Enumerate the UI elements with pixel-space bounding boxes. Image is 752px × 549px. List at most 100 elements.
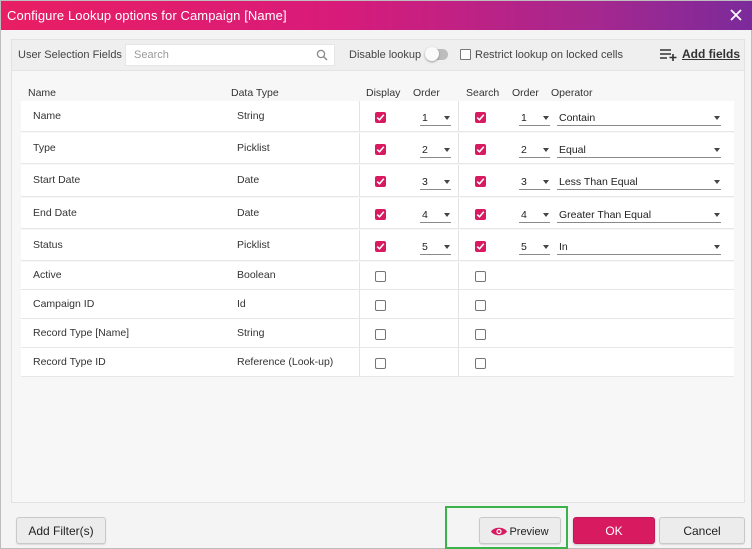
display-order-value: 1 <box>422 112 428 124</box>
display-checkbox[interactable] <box>375 271 386 282</box>
toggle-knob <box>425 47 439 61</box>
search-checkbox[interactable] <box>475 176 486 187</box>
field-name: Name <box>33 110 62 122</box>
chevron-down-icon <box>543 245 549 249</box>
column-divider <box>359 198 360 228</box>
chevron-down-icon <box>714 116 720 120</box>
field-data-type: Picklist <box>237 239 270 251</box>
display-checkbox[interactable] <box>375 358 386 369</box>
operator-value: Contain <box>559 112 596 124</box>
field-name: Start Date <box>33 174 81 186</box>
search-checkbox[interactable] <box>475 358 486 369</box>
field-data-type: Id <box>237 298 246 310</box>
toolbar: User Selection Fields Disable lookup Res… <box>12 40 744 71</box>
column-divider <box>359 133 360 163</box>
column-header-data-type: Data Type <box>231 87 279 99</box>
chevron-down-icon <box>444 180 450 184</box>
operator-select[interactable]: Greater Than Equal <box>557 208 721 223</box>
search-checkbox[interactable] <box>475 300 486 311</box>
table-row: End Date Date 4 4 Greater Than Equal <box>21 198 734 229</box>
search-checkbox[interactable] <box>475 241 486 252</box>
column-divider <box>458 290 459 318</box>
operator-value: In <box>559 241 568 253</box>
field-name: Record Type [Name] <box>33 327 130 339</box>
column-divider <box>458 101 459 131</box>
restrict-lookup-label: Restrict lookup on locked cells <box>475 49 623 61</box>
disable-lookup-label: Disable lookup <box>349 49 422 61</box>
operator-select[interactable]: Less Than Equal <box>557 175 721 190</box>
column-divider <box>458 319 459 347</box>
field-data-type: Boolean <box>237 269 276 281</box>
column-divider <box>359 262 360 289</box>
display-order-select[interactable]: 4 <box>420 208 451 223</box>
field-name: Status <box>33 239 63 251</box>
cancel-button[interactable]: Cancel <box>659 517 745 544</box>
display-order-value: 4 <box>422 209 428 221</box>
table-row: Status Picklist 5 5 In <box>21 230 734 261</box>
operator-select[interactable]: Contain <box>557 111 721 126</box>
disable-lookup-toggle[interactable] <box>425 47 448 61</box>
search-checkbox[interactable] <box>475 209 486 220</box>
table-row: Start Date Date 3 3 Less Than Equal <box>21 165 734 197</box>
column-divider <box>458 133 459 163</box>
search-box[interactable] <box>125 44 335 66</box>
table-row: Active Boolean <box>21 262 734 290</box>
column-divider <box>359 165 360 196</box>
search-order-value: 4 <box>521 209 527 221</box>
field-data-type: Picklist <box>237 142 270 154</box>
search-checkbox[interactable] <box>475 144 486 155</box>
search-checkbox[interactable] <box>475 329 486 340</box>
search-order-select[interactable]: 5 <box>519 240 550 255</box>
search-order-select[interactable]: 2 <box>519 143 550 158</box>
chevron-down-icon <box>714 148 720 152</box>
chevron-down-icon <box>714 245 720 249</box>
display-checkbox[interactable] <box>375 209 386 220</box>
display-order-select[interactable]: 3 <box>420 175 451 190</box>
close-icon[interactable] <box>727 5 745 25</box>
add-fields-icon <box>660 49 677 61</box>
column-divider <box>359 230 360 260</box>
chevron-down-icon <box>714 180 720 184</box>
display-checkbox[interactable] <box>375 300 386 311</box>
search-order-value: 1 <box>521 112 527 124</box>
search-input[interactable] <box>126 45 306 65</box>
field-data-type: Reference (Look-up) <box>237 356 334 368</box>
display-checkbox[interactable] <box>375 329 386 340</box>
search-order-select[interactable]: 1 <box>519 111 550 126</box>
add-filter-button[interactable]: Add Filter(s) <box>16 517 106 544</box>
chevron-down-icon <box>444 148 450 152</box>
search-order-value: 5 <box>521 241 527 253</box>
user-selection-fields-label: User Selection Fields <box>18 49 122 61</box>
column-header-search: Search <box>466 87 500 99</box>
eye-icon <box>491 527 507 536</box>
display-checkbox[interactable] <box>375 112 386 123</box>
restrict-lookup-checkbox[interactable] <box>460 49 471 60</box>
preview-button[interactable]: Preview <box>479 517 561 544</box>
fields-panel: User Selection Fields Disable lookup Res… <box>11 39 745 503</box>
field-data-type: Date <box>237 174 260 186</box>
operator-select[interactable]: In <box>557 240 721 255</box>
search-checkbox[interactable] <box>475 271 486 282</box>
field-name: Campaign ID <box>33 298 95 310</box>
display-order-select[interactable]: 2 <box>420 143 451 158</box>
table-row: Campaign ID Id <box>21 290 734 319</box>
search-checkbox[interactable] <box>475 112 486 123</box>
operator-select[interactable]: Equal <box>557 143 721 158</box>
display-order-select[interactable]: 1 <box>420 111 451 126</box>
display-checkbox[interactable] <box>375 176 386 187</box>
field-name: Active <box>33 269 62 281</box>
search-order-select[interactable]: 3 <box>519 175 550 190</box>
lookup-options-dialog: Configure Lookup options for Campaign [N… <box>0 0 752 549</box>
search-order-select[interactable]: 4 <box>519 208 550 223</box>
column-divider <box>458 198 459 228</box>
column-divider <box>458 262 459 289</box>
chevron-down-icon <box>543 116 549 120</box>
display-checkbox[interactable] <box>375 241 386 252</box>
display-order-select[interactable]: 5 <box>420 240 451 255</box>
display-order-value: 3 <box>422 176 428 188</box>
column-header-operator: Operator <box>551 87 593 99</box>
display-checkbox[interactable] <box>375 144 386 155</box>
operator-value: Greater Than Equal <box>559 209 652 221</box>
ok-button[interactable]: OK <box>573 517 655 544</box>
column-divider <box>359 319 360 347</box>
